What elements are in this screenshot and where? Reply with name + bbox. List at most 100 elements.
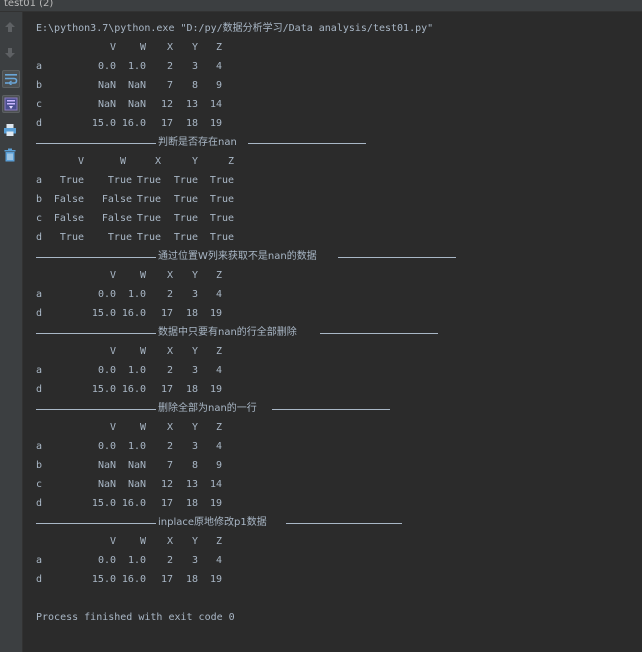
exit-message: Process finished with exit code 0 (36, 612, 235, 623)
scroll-to-end-icon (4, 97, 18, 111)
table-cell: 16.0 (121, 574, 146, 585)
table-header-row: V W X Y Z (36, 38, 636, 57)
print-button[interactable] (2, 122, 18, 138)
row-index-label: d (36, 384, 43, 395)
column-header: X (166, 422, 173, 433)
print-icon (4, 124, 16, 136)
table-header-row: V W X Y Z (36, 532, 636, 551)
table-cell: 2 (166, 365, 173, 376)
run-tab-title[interactable]: test01 (2) (4, 0, 53, 10)
trash-icon (4, 148, 16, 162)
row-index-label: a (36, 555, 43, 566)
table-cell: 3 (191, 289, 198, 300)
table-cell: 0.0 (97, 441, 116, 452)
console-toolbar (0, 12, 23, 652)
table-cell: 4 (215, 61, 222, 72)
section-separator: 通过位置W列来获取不是nan的数据 (36, 247, 636, 266)
row-index-label: d (36, 232, 43, 243)
separator-rule-left (36, 333, 156, 334)
table-cell: 8 (191, 80, 198, 91)
row-index-label: d (36, 574, 43, 585)
table-cell: NaN (97, 80, 116, 91)
table-cell: 1.0 (127, 365, 146, 376)
row-index-label: c (36, 213, 43, 224)
column-header: V (109, 422, 116, 433)
table-cell: True (136, 232, 161, 243)
down-button[interactable] (2, 45, 18, 61)
table-cell: True (173, 175, 198, 186)
row-index-label: d (36, 118, 43, 129)
output-blocks: V W X Y Za 0.0 1.0 2 3 4 b NaN NaN 7 8 9 c NaN NaN 12 13 14 d 1… (36, 38, 636, 589)
row-index-label: a (36, 365, 43, 376)
scroll-to-end-button[interactable] (2, 95, 20, 113)
table-row: d 15.0 16.0 17 18 19 (36, 494, 636, 513)
table-cell: 15.0 (91, 498, 116, 509)
table-row: c NaN NaN 12 13 14 (36, 475, 636, 494)
table-cell: 0.0 (97, 289, 116, 300)
table-cell: 18 (185, 308, 198, 319)
column-header: Z (215, 536, 222, 547)
column-header: Z (215, 422, 222, 433)
column-header: Y (191, 422, 198, 433)
table-cell: 9 (215, 80, 222, 91)
command-line: E:\python3.7\python.exe "D:/py/数据分析学习/Da… (36, 23, 434, 34)
table-row: a 0.0 1.0 2 3 4 (36, 551, 636, 570)
table-row: d True True True True True (36, 228, 636, 247)
column-header: W (139, 422, 146, 433)
column-header: Y (191, 156, 198, 167)
table-cell: 17 (160, 118, 173, 129)
row-index-label: a (36, 289, 43, 300)
table-row: c NaN NaN 12 13 14 (36, 95, 636, 114)
table-header-row: V W X Y Z (36, 418, 636, 437)
table-cell: True (136, 175, 161, 186)
table-row: a 0.0 1.0 2 3 4 (36, 285, 636, 304)
table-cell: 3 (191, 441, 198, 452)
table-cell: 1.0 (127, 441, 146, 452)
column-header: X (154, 156, 161, 167)
table-cell: NaN (127, 99, 146, 110)
column-header: X (166, 346, 173, 357)
section-separator: 判断是否存在nan (36, 133, 636, 152)
table-cell: 18 (185, 384, 198, 395)
table-cell: 16.0 (121, 118, 146, 129)
separator-rule-right (338, 257, 456, 258)
table-cell: 1.0 (127, 61, 146, 72)
separator-rule-left (36, 257, 156, 258)
row-index-label: c (36, 479, 43, 490)
table-cell: True (173, 232, 198, 243)
section-separator: 删除全部为nan的一行 (36, 399, 636, 418)
up-button[interactable] (2, 19, 18, 35)
table-cell: False (101, 194, 132, 205)
row-index-label: b (36, 80, 43, 91)
table-cell: 0.0 (97, 61, 116, 72)
table-cell: 17 (160, 384, 173, 395)
table-cell: False (101, 213, 132, 224)
separator-rule-right (320, 333, 438, 334)
table-cell: 12 (160, 99, 173, 110)
separator-label: 通过位置W列来获取不是nan的数据 (157, 247, 318, 266)
tool-window-tab-bar: test01 (2) (0, 0, 642, 12)
clear-all-button[interactable] (2, 147, 18, 163)
table-header-row: V W X Y Z (36, 152, 636, 171)
table-cell: 3 (191, 61, 198, 72)
table-cell: 0.0 (97, 555, 116, 566)
table-cell: True (136, 194, 161, 205)
table-cell: 14 (209, 479, 222, 490)
table-cell: 7 (166, 460, 173, 471)
column-header: Z (227, 156, 234, 167)
soft-wrap-button[interactable] (2, 70, 20, 88)
table-cell: True (209, 175, 234, 186)
table-cell: 9 (215, 460, 222, 471)
column-header: W (119, 156, 126, 167)
table-cell: 3 (191, 365, 198, 376)
table-row: c False False True True True (36, 209, 636, 228)
table-cell: 18 (185, 498, 198, 509)
console-output[interactable]: E:\python3.7\python.exe "D:/py/数据分析学习/Da… (36, 19, 636, 627)
table-cell: 15.0 (91, 574, 116, 585)
column-header: Y (191, 270, 198, 281)
table-cell: 3 (191, 555, 198, 566)
table-row: d 15.0 16.0 17 18 19 (36, 380, 636, 399)
column-header: X (166, 270, 173, 281)
table-cell: NaN (127, 80, 146, 91)
